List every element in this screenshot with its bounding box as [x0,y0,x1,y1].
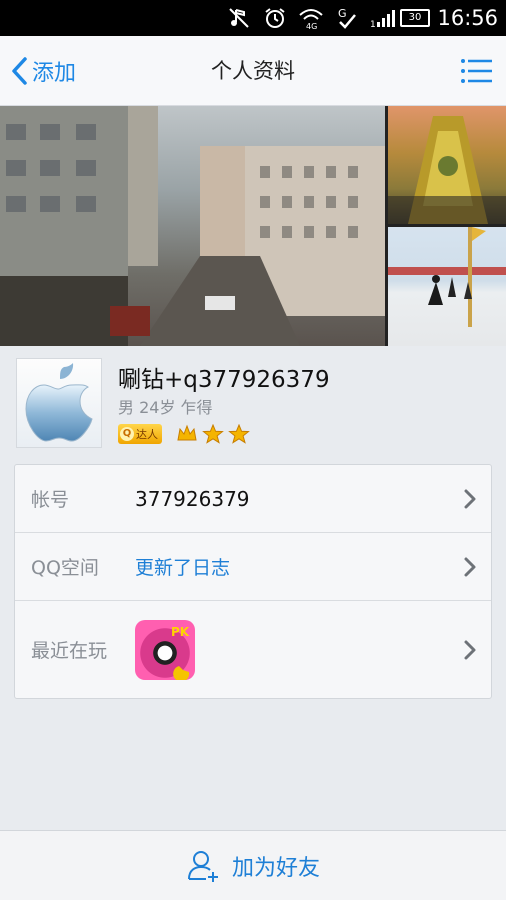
daren-badge-label: 达人 [136,428,158,441]
add-user-icon [187,851,218,882]
recently-playing-row[interactable]: 最近在玩 PK [15,600,491,698]
chevron-right-icon [464,557,476,576]
cover-photo-side-1[interactable] [388,106,506,224]
list-menu-icon[interactable] [460,56,494,86]
svg-text:4G: 4G [306,22,317,30]
account-row[interactable]: 帐号 377926379 [15,465,491,532]
cover-photo-main[interactable] [0,106,385,346]
back-button[interactable]: 添加 [10,50,76,92]
star-icon[interactable] [228,424,250,444]
qzone-label: QQ空间 [31,557,99,579]
qzone-row[interactable]: QQ空间 更新了日志 [15,532,491,600]
cover-photo-side-2[interactable] [388,227,506,346]
profile-header: 唰钻+q377926379 男 24岁 乍得 Q 达人 [0,346,506,464]
status-bar: 4G G 1 30 16:56 [0,0,506,36]
chevron-right-icon [464,489,476,508]
star-icon[interactable] [202,424,224,444]
svg-text:G: G [338,7,347,20]
crown-icon[interactable] [176,424,198,444]
signal-bars-icon: 1 [370,5,396,31]
game-icon[interactable]: PK [135,619,195,680]
add-friend-label: 加为好友 [231,856,320,881]
account-value: 377926379 [135,486,250,511]
info-card: 帐号 377926379 QQ空间 更新了日志 最近在玩 PK [14,464,492,699]
mute-icon [226,5,252,31]
svg-text:1: 1 [370,20,376,30]
signal-g-icon: G [334,5,360,31]
battery-icon: 30 [400,9,430,27]
badges: Q 达人 [118,422,250,446]
avatar[interactable] [16,358,102,448]
cover-photos [0,106,506,346]
chevron-left-icon [12,57,27,85]
status-time: 16:56 [437,6,498,30]
alarm-icon [262,5,288,31]
gender-age-location: 男 24岁 乍得 [118,398,213,417]
apple-logo-icon [25,363,93,442]
daren-badge[interactable]: Q 达人 [118,424,162,444]
add-friend-button[interactable]: 加为好友 [0,831,506,900]
account-label: 帐号 [31,489,70,511]
chevron-right-icon [464,640,476,659]
back-label: 添加 [32,61,77,86]
bottom-bar: 加为好友 [0,830,506,900]
status-icons: 4G G 1 [226,4,396,32]
wifi-4g-icon: 4G [298,5,324,31]
recently-playing-label: 最近在玩 [31,640,108,662]
title-bar: 添加 个人资料 [0,36,506,106]
qq-daren-icon: Q [120,427,134,441]
svg-text:PK: PK [171,625,190,639]
nickname: 唰钻+q377926379 [118,367,330,393]
qzone-value[interactable]: 更新了日志 [135,553,230,580]
